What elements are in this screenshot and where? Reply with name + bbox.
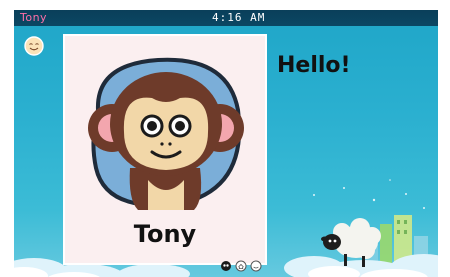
smiley-face-icon[interactable] xyxy=(24,36,44,56)
home-screen: Tony 4:16 AM Tony Hello! xyxy=(14,10,438,277)
profile-name: Tony xyxy=(133,220,197,248)
smiley-page-dot-icon xyxy=(250,260,262,272)
page-indicator[interactable] xyxy=(220,260,268,272)
profile-card[interactable]: Tony xyxy=(63,34,267,265)
monkey-page-dot-icon xyxy=(221,261,231,271)
home-page-dot-icon xyxy=(235,260,247,272)
monkey-avatar-icon xyxy=(88,57,244,210)
greeting-text: Hello! xyxy=(277,53,351,78)
